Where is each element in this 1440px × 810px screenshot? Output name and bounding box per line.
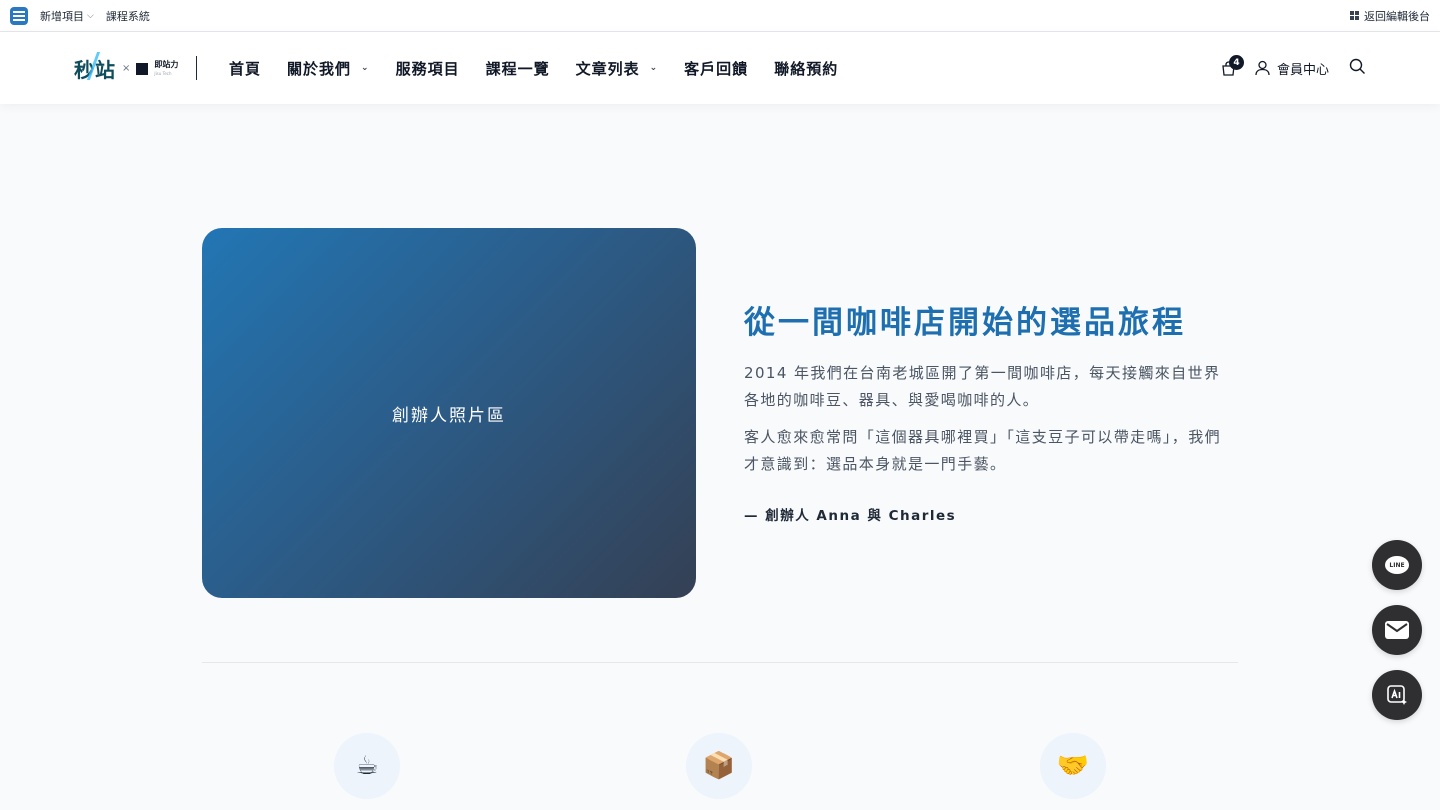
- ai-assistant-button[interactable]: [1372, 670, 1422, 720]
- admin-bar: 新增項目 ⌵ 課程系統 返回編輯後台: [0, 0, 1440, 32]
- partner-logo: 即站力 Jisu Tech: [154, 60, 178, 78]
- package-feature-icon: 📦: [686, 733, 752, 799]
- nav-home[interactable]: 首頁: [229, 58, 261, 79]
- partner-name: 即站力: [154, 59, 179, 69]
- chevron-down-icon: ⌄: [649, 63, 659, 73]
- member-center-label: 會員中心: [1276, 62, 1329, 78]
- main-nav: 首頁 關於我們 ⌄ 服務項目 課程一覽 文章列表 ⌄ 客戶回饋 聯絡預約: [229, 32, 864, 104]
- story-paragraph-1: 2014 年我們在台南老城區開了第一間咖啡店，每天接觸來自世界各地的咖啡豆、器具…: [744, 364, 1221, 409]
- nav-articles[interactable]: 文章列表 ⌄: [576, 58, 659, 79]
- line-icon: LINE: [1385, 556, 1409, 574]
- brand-logo[interactable]: 秒站 × 即站力 Jisu Tech: [74, 52, 178, 83]
- handshake-feature-icon: 🤝: [1040, 733, 1106, 799]
- cart-button[interactable]: 4: [1219, 55, 1244, 78]
- story-paragraph-2: 客人愈來愈常問「這個器具哪裡買」「這支豆子可以帶走嗎」，我們才意識到：選品本身就…: [744, 428, 1222, 473]
- nav-contact[interactable]: 聯絡預約: [774, 58, 838, 79]
- cart-count-badge: 4: [1228, 55, 1244, 70]
- coffee-feature-icon: ☕: [334, 733, 400, 799]
- chevron-down-icon: ⌄: [361, 63, 370, 73]
- grid-icon: [1350, 11, 1359, 20]
- partner-mark-icon: [136, 62, 149, 75]
- nav-about[interactable]: 關於我們 ⌄: [287, 58, 370, 79]
- photo-placeholder-label: 創辦人照片區: [392, 405, 506, 426]
- site-logo-icon[interactable]: [10, 6, 28, 25]
- story-section: 從一間咖啡店開始的選品旅程 2014 年我們在台南老城區開了第一間咖啡店，每天接…: [744, 300, 1244, 524]
- nav-testimonials[interactable]: 客戶回饋: [684, 58, 748, 79]
- header-tools: 4 會員中心: [1219, 32, 1366, 104]
- chevron-down-icon: ⌵: [87, 10, 94, 21]
- search-button[interactable]: [1349, 58, 1366, 79]
- email-button[interactable]: [1372, 605, 1422, 655]
- section-divider: [202, 662, 1238, 663]
- course-system-label: 課程系統: [105, 9, 150, 23]
- brand-times: ×: [122, 63, 131, 74]
- ai-chat-icon: [1387, 685, 1407, 705]
- member-center-link[interactable]: 會員中心: [1255, 59, 1329, 78]
- founder-signature: — 創辦人 Anna 與 Charles: [744, 508, 957, 524]
- user-icon: [1255, 60, 1270, 76]
- brand-name: 秒站: [74, 52, 116, 83]
- mail-icon: [1385, 621, 1409, 639]
- back-to-admin-label: 返回編輯後台: [1364, 9, 1430, 23]
- site-header: 秒站 × 即站力 Jisu Tech 首頁 關於我們 ⌄ 服務項目 課程一覽 文章…: [0, 32, 1440, 104]
- course-system-link[interactable]: 課程系統: [106, 8, 150, 24]
- search-icon: [1349, 58, 1365, 74]
- new-item-label: 新增項目: [40, 9, 84, 23]
- new-item-menu[interactable]: 新增項目 ⌵: [40, 8, 94, 24]
- partner-sub: Jisu Tech: [154, 70, 172, 76]
- nav-courses[interactable]: 課程一覽: [486, 58, 550, 79]
- story-title: 從一間咖啡店開始的選品旅程: [744, 305, 1186, 341]
- founder-photo-placeholder: 創辦人照片區: [202, 228, 696, 598]
- line-chat-button[interactable]: LINE: [1372, 540, 1422, 590]
- back-to-admin-link[interactable]: 返回編輯後台: [1350, 8, 1430, 24]
- nav-services[interactable]: 服務項目: [396, 58, 460, 79]
- brand-divider: [196, 56, 197, 80]
